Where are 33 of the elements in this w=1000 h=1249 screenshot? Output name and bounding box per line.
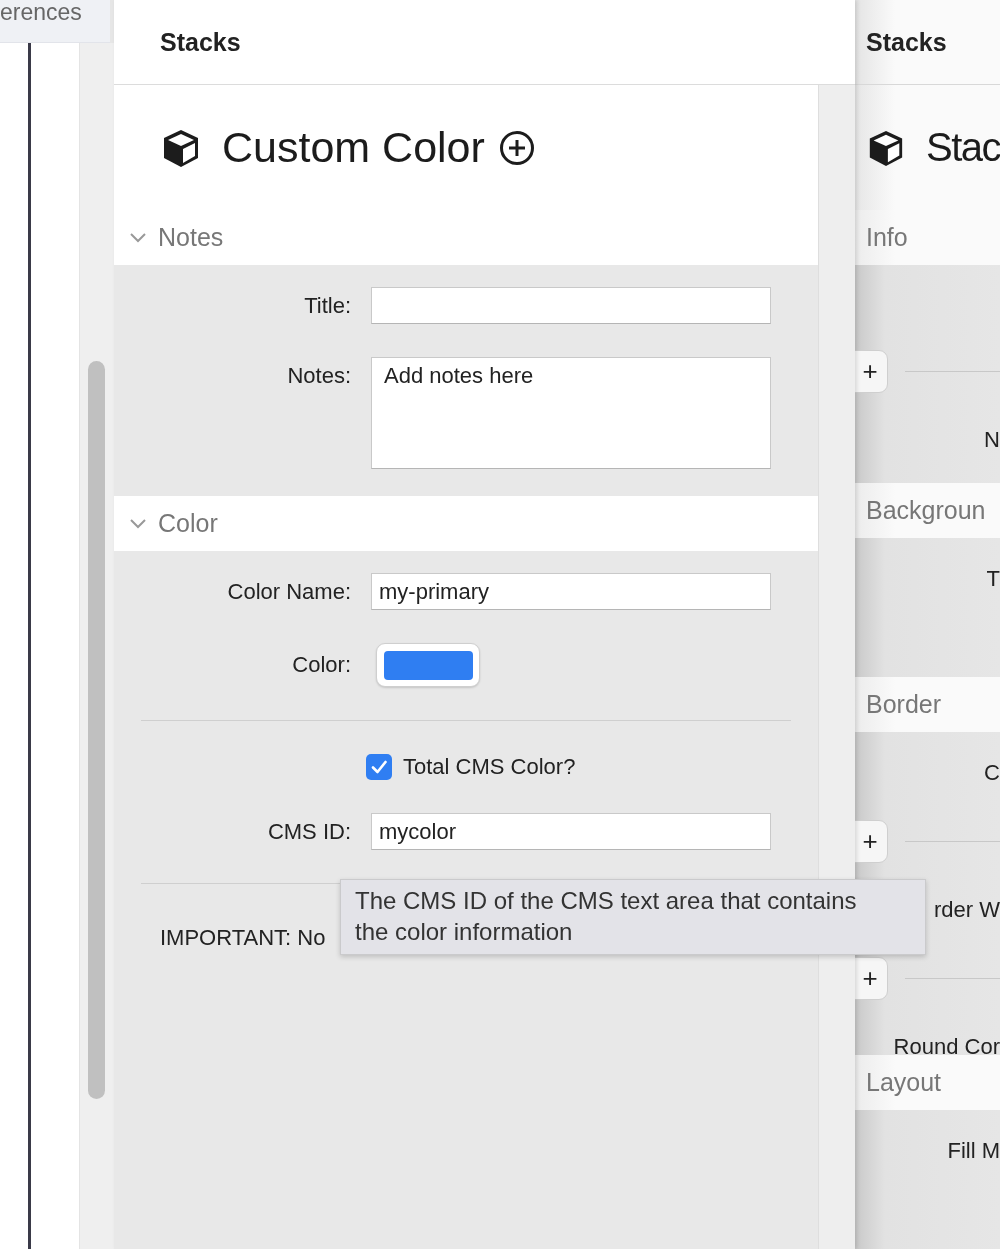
checkbox-label[interactable]: Total CMS Color? bbox=[403, 754, 576, 780]
checkbox[interactable] bbox=[366, 754, 392, 780]
stack-title: Stac bbox=[925, 125, 1000, 170]
section-header[interactable]: Info bbox=[866, 223, 908, 252]
text-field[interactable]: mycolor bbox=[371, 813, 771, 850]
field-label: Color: bbox=[291, 651, 351, 679]
notes-field[interactable]: Add notes here bbox=[371, 357, 771, 469]
tooltip: The CMS ID of the CMS text area that contains the color information bbox=[340, 879, 926, 955]
field-label: Color Name: bbox=[226, 578, 351, 606]
add-circle-icon[interactable] bbox=[498, 129, 535, 166]
note-text: IMPORTANT: No bbox=[160, 925, 326, 951]
panel-title: Stacks bbox=[866, 27, 947, 57]
tab-label[interactable]: erences bbox=[0, 0, 82, 26]
section-header[interactable]: Color bbox=[158, 509, 218, 538]
text-field[interactable] bbox=[371, 287, 771, 324]
color-well[interactable] bbox=[376, 643, 480, 687]
text-field[interactable]: my-primary bbox=[371, 573, 771, 610]
field-label: rder W bbox=[933, 896, 1000, 925]
field-label: CMS ID: bbox=[266, 818, 351, 846]
add-button[interactable]: + bbox=[855, 957, 888, 1001]
section-header[interactable]: Notes bbox=[158, 223, 224, 252]
add-button[interactable]: + bbox=[855, 820, 888, 864]
add-button[interactable]: + bbox=[855, 350, 888, 393]
field-label: Title: bbox=[303, 292, 351, 320]
field-label: Fill M bbox=[946, 1137, 1000, 1165]
field-label: N bbox=[983, 426, 1000, 454]
scrollbar-thumb[interactable] bbox=[88, 361, 106, 1099]
field-label: Round Cor bbox=[892, 1033, 1000, 1062]
field-label: Notes: bbox=[286, 362, 351, 390]
panel-title: Stacks bbox=[160, 27, 241, 57]
stack-title: Custom Color bbox=[222, 123, 485, 172]
field-label: T bbox=[985, 565, 1000, 594]
field-label: C bbox=[983, 759, 1000, 788]
